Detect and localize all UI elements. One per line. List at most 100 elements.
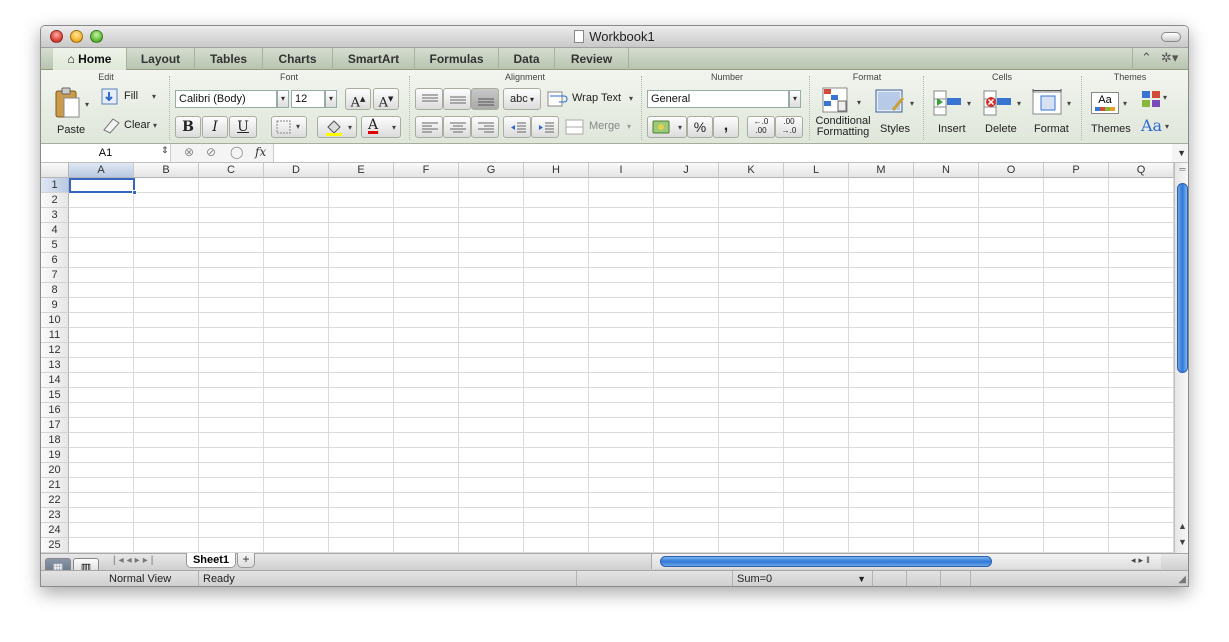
fill-handle[interactable] (132, 190, 137, 195)
expand-formula-bar-icon[interactable]: ▼ (1177, 148, 1186, 158)
number-format-field[interactable]: General (647, 90, 789, 108)
tab-home[interactable]: ⌂ Home (53, 48, 127, 70)
add-sheet-button[interactable]: + (237, 553, 255, 568)
row-header-4[interactable]: 4 (41, 223, 69, 238)
last-sheet-icon[interactable]: ▸| (143, 555, 157, 566)
column-header-h[interactable]: H (524, 163, 589, 178)
column-header-b[interactable]: B (134, 163, 199, 178)
row-header-3[interactable]: 3 (41, 208, 69, 223)
align-bottom-button[interactable] (471, 88, 499, 110)
tab-formulas[interactable]: Formulas (415, 48, 499, 70)
horizontal-split-icon[interactable]: ‖ (1146, 555, 1153, 565)
collapse-ribbon-icon[interactable]: ⌃ (1141, 50, 1152, 66)
row-header-5[interactable]: 5 (41, 238, 69, 253)
decrease-decimal-button[interactable]: .00 →.0 (775, 116, 803, 138)
column-header-p[interactable]: P (1044, 163, 1109, 178)
wrap-text-button[interactable]: Wrap Text ▾ (547, 88, 637, 110)
split-handle-icon[interactable]: ═ (1177, 165, 1188, 174)
next-sheet-icon[interactable]: ▸ (135, 555, 143, 566)
row-header-11[interactable]: 11 (41, 328, 69, 343)
row-header-14[interactable]: 14 (41, 373, 69, 388)
increase-indent-button[interactable] (531, 116, 559, 138)
row-header-8[interactable]: 8 (41, 283, 69, 298)
themes-button[interactable]: Aa ▾ Themes (1087, 86, 1133, 142)
decrease-indent-button[interactable] (503, 116, 531, 138)
number-format-dropdown[interactable]: ▾ (789, 90, 801, 108)
gear-icon[interactable]: ✲▾ (1161, 50, 1178, 66)
row-header-25[interactable]: 25 (41, 538, 69, 553)
row-header-9[interactable]: 9 (41, 298, 69, 313)
bold-button[interactable]: B (175, 116, 201, 138)
insert-function-button[interactable]: fx (255, 145, 266, 159)
row-header-24[interactable]: 24 (41, 523, 69, 538)
row-header-12[interactable]: 12 (41, 343, 69, 358)
column-header-n[interactable]: N (914, 163, 979, 178)
row-header-18[interactable]: 18 (41, 433, 69, 448)
decrease-font-size-button[interactable]: A▼ (373, 88, 399, 110)
name-box-stepper-icon[interactable]: ⇕ (161, 145, 169, 156)
row-header-22[interactable]: 22 (41, 493, 69, 508)
underline-button[interactable]: U (229, 116, 257, 138)
scroll-up-icon[interactable]: ▲ (1178, 521, 1187, 531)
formula-input[interactable] (273, 144, 1172, 162)
status-sum[interactable]: Sum=0 ▼ (733, 571, 873, 586)
first-sheet-icon[interactable]: |◂ (113, 555, 127, 566)
resize-grip-icon[interactable]: ◢ (1178, 574, 1186, 585)
sheet-tab[interactable]: Sheet1 (186, 553, 236, 568)
theme-fonts-button[interactable]: Aa ▾ (1141, 116, 1171, 138)
format-cells-button[interactable]: ▾ Format (1029, 86, 1077, 142)
italic-button[interactable]: I (202, 116, 228, 138)
tab-data[interactable]: Data (499, 48, 555, 70)
row-header-23[interactable]: 23 (41, 508, 69, 523)
horizontal-scrollbar[interactable] (651, 554, 1161, 569)
styles-button[interactable]: ▾ Styles (873, 86, 919, 142)
font-size-field[interactable]: 12 (291, 90, 325, 108)
font-color-button[interactable]: A ▾ (361, 116, 401, 138)
paste-button[interactable]: ▾ Paste (49, 86, 91, 140)
column-header-f[interactable]: F (394, 163, 459, 178)
row-header-15[interactable]: 15 (41, 388, 69, 403)
previous-sheet-icon[interactable]: ◂ (127, 555, 135, 566)
comma-style-button[interactable]: , (713, 116, 739, 138)
column-header-e[interactable]: E (329, 163, 394, 178)
column-header-d[interactable]: D (264, 163, 329, 178)
cancel-entry-icon[interactable]: ⊗ (184, 145, 194, 159)
column-header-c[interactable]: C (199, 163, 264, 178)
cell-area[interactable] (69, 178, 1174, 553)
row-header-20[interactable]: 20 (41, 463, 69, 478)
tab-tables[interactable]: Tables (195, 48, 263, 70)
orientation-button[interactable]: abc ▾ (503, 88, 541, 110)
tab-smartart[interactable]: SmartArt (333, 48, 415, 70)
fill-button[interactable]: Fill ▾ (101, 88, 163, 108)
row-header-17[interactable]: 17 (41, 418, 69, 433)
borders-button[interactable]: ▾ (271, 116, 307, 138)
vertical-scroll-thumb[interactable] (1177, 183, 1188, 373)
column-header-k[interactable]: K (719, 163, 784, 178)
scroll-right-icon[interactable]: ▸ (1139, 555, 1147, 565)
row-header-10[interactable]: 10 (41, 313, 69, 328)
active-cell[interactable] (69, 178, 137, 195)
increase-decimal-button[interactable]: ←.0.00 (747, 116, 775, 138)
font-name-dropdown[interactable]: ▾ (277, 90, 289, 108)
fill-color-button[interactable]: ▾ (317, 116, 357, 138)
row-header-13[interactable]: 13 (41, 358, 69, 373)
horizontal-scroll-thumb[interactable] (660, 556, 992, 567)
merge-button[interactable]: Merge ▾ (565, 116, 637, 138)
tab-review[interactable]: Review (555, 48, 629, 70)
row-header-6[interactable]: 6 (41, 253, 69, 268)
font-size-dropdown[interactable]: ▾ (325, 90, 337, 108)
confirm-entry-icon[interactable]: ⊘ (206, 145, 216, 159)
column-header-q[interactable]: Q (1109, 163, 1174, 178)
tab-layout[interactable]: Layout (127, 48, 195, 70)
row-header-21[interactable]: 21 (41, 478, 69, 493)
column-header-i[interactable]: I (589, 163, 654, 178)
insert-cells-button[interactable]: ▾ Insert (929, 86, 977, 142)
column-header-l[interactable]: L (784, 163, 849, 178)
conditional-formatting-button[interactable]: ▾ Conditional Formatting (813, 86, 873, 142)
theme-colors-button[interactable]: ▾ (1141, 90, 1171, 110)
increase-font-size-button[interactable]: A▲ (345, 88, 371, 110)
clear-button[interactable]: Clear ▾ (101, 116, 163, 136)
align-right-button[interactable] (471, 116, 499, 138)
align-center-button[interactable] (443, 116, 471, 138)
font-name-field[interactable]: Calibri (Body) (175, 90, 277, 108)
